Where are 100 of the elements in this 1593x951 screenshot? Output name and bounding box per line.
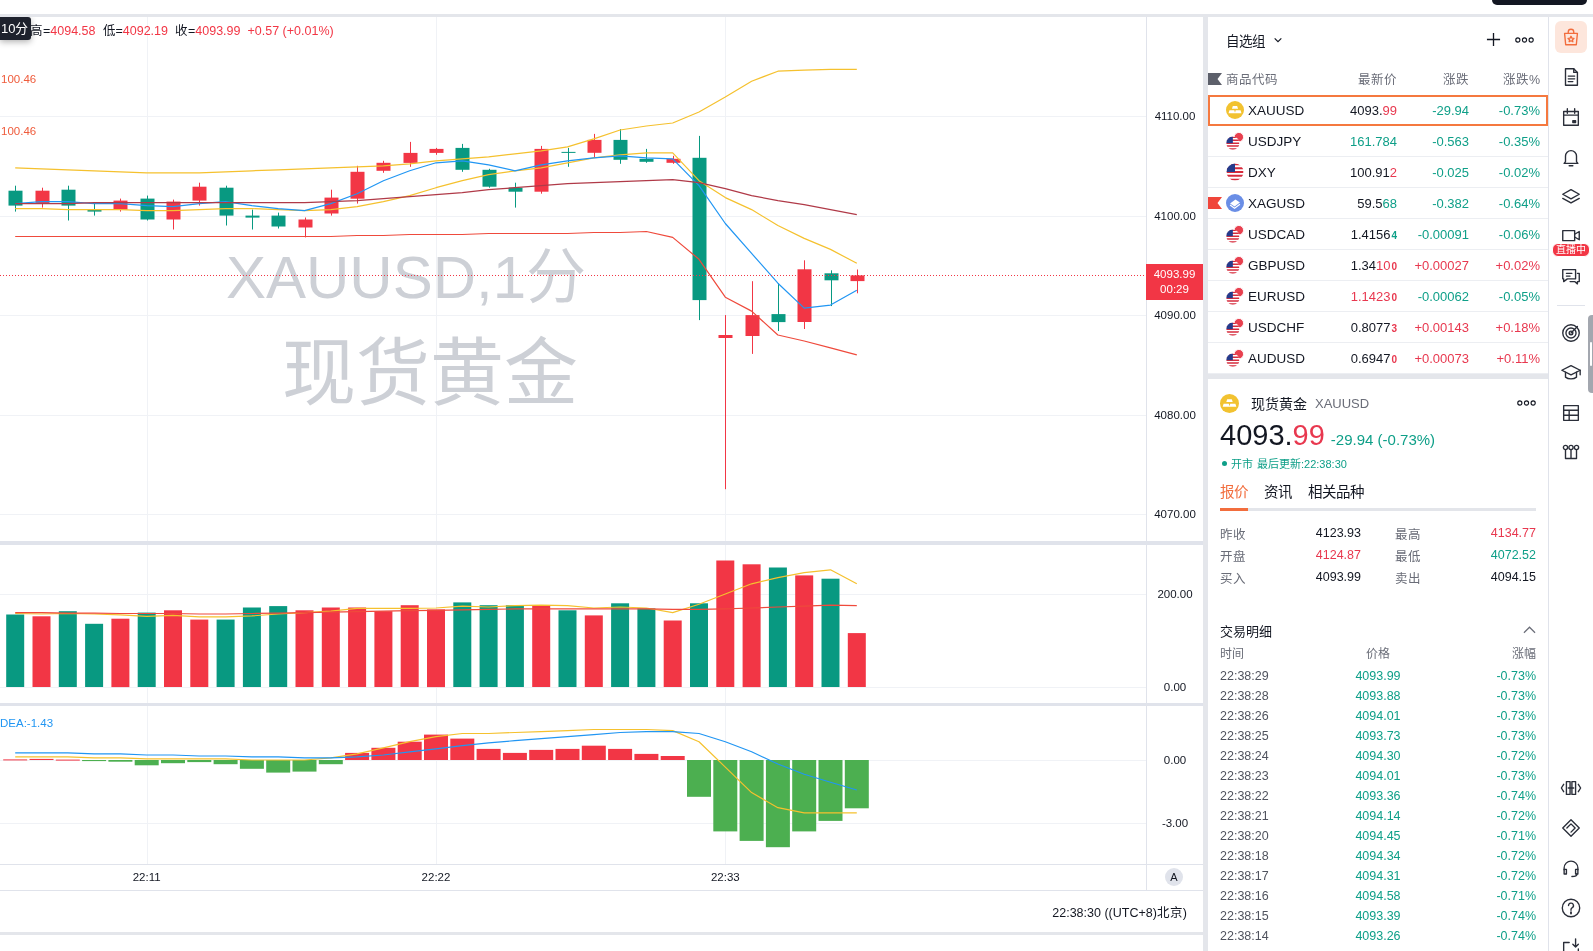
trade-price: 4093.39 (1354, 909, 1402, 923)
price-change: +0.00073 (1413, 350, 1469, 366)
trade-price: 4094.30 (1354, 749, 1402, 763)
ohlc-reading: 收=4093.99 (175, 23, 241, 39)
chevron-up-icon[interactable] (1523, 626, 1536, 634)
tab[interactable]: 相关品种 (1308, 482, 1364, 511)
price-change: -29.94 (1431, 102, 1469, 118)
plus-icon[interactable] (1486, 32, 1501, 47)
candle (482, 168, 497, 189)
instrument-symbol: XAUUSD (1315, 395, 1370, 411)
candle (271, 212, 286, 229)
market-status: 开市 (1231, 457, 1253, 471)
live-status-badge: 直播中 (1552, 243, 1590, 257)
last-price: 0.80773 (1349, 319, 1397, 335)
candle (376, 160, 391, 174)
symbol-text: XAGUSD (1248, 195, 1306, 211)
stat-value: 4123.93 (1314, 526, 1361, 540)
percent-change: +0.18% (1494, 319, 1540, 335)
trade-time: 22:38:25 (1220, 729, 1270, 743)
candle (639, 148, 654, 164)
symbol-text: USDCHF (1248, 319, 1306, 335)
last-price: 1.34100 (1349, 257, 1397, 273)
trade-price: 4094.45 (1354, 829, 1402, 843)
stat-label: 卖出 (1394, 570, 1422, 587)
stat-label: 开盘 (1220, 548, 1247, 565)
watchlist-row[interactable]: USDCHF 0.80773 +0.00143 +0.18% (1208, 312, 1548, 343)
floating-handle[interactable] (1588, 315, 1593, 393)
stat-value: 4094.15 (1489, 570, 1536, 584)
group-dropdown[interactable]: 自选组 (1226, 29, 1283, 50)
price-change: -0.563 (1431, 133, 1469, 149)
trade-time: 22:38:24 (1220, 749, 1270, 763)
candle (850, 269, 865, 294)
last-price: 1.41564 (1349, 226, 1397, 242)
stat-label: 买入 (1220, 570, 1247, 587)
price-change: -0.00062 (1416, 288, 1469, 304)
histogram-bar (713, 760, 738, 832)
column-header: 涨跌 (1442, 72, 1469, 88)
watchlist-row[interactable]: GBPUSD 1.34100 +0.00027 +0.02% (1208, 250, 1548, 281)
ingot-coin-icon (1226, 101, 1244, 119)
tab[interactable]: 资讯 (1264, 482, 1292, 511)
volume-bar (663, 620, 682, 687)
flag-pair-icon (1226, 287, 1244, 305)
last-price: 4093.99 (1220, 418, 1325, 452)
price-change: -0.025 (1431, 164, 1469, 180)
trade-change: -0.73% (1495, 709, 1536, 723)
watchlist-row[interactable]: USDJPY 161.784 -0.563 -0.35% (1208, 126, 1548, 157)
symbol-text: USDCAD (1248, 226, 1306, 242)
toolbar-button[interactable] (1492, 0, 1587, 5)
symbol-text: DXY (1248, 164, 1277, 180)
candle (219, 185, 234, 226)
last-update-time: 最后更新:22:38:30 (1257, 457, 1347, 471)
trade-price: 4094.31 (1354, 869, 1402, 883)
candle (8, 185, 23, 213)
trade-price: 4094.01 (1354, 769, 1402, 783)
candle (61, 185, 76, 221)
instrument-name: 现货黄金 (1251, 395, 1307, 413)
time-label: 22:33 (710, 871, 740, 883)
candle (797, 259, 812, 330)
trade-time: 22:38:28 (1220, 689, 1270, 703)
candle (771, 282, 786, 332)
trade-price: 4094.58 (1354, 889, 1402, 903)
volume-bar (32, 616, 51, 687)
auto-scale-button[interactable]: A (1165, 868, 1183, 886)
trade-time: 22:38:21 (1220, 809, 1270, 823)
candle (113, 198, 128, 213)
last-price: 161.784 (1349, 133, 1397, 149)
column-header: 涨幅 (1511, 645, 1536, 661)
time-label: 22:11 (132, 871, 161, 883)
stat-label: 最高 (1394, 526, 1422, 543)
table-icon (1560, 402, 1582, 424)
histogram-bar (792, 760, 817, 832)
watchlist-row[interactable]: USDCAD 1.41564 -0.00091 -0.06% (1208, 219, 1548, 250)
watchlist-row[interactable]: AUDUSD 0.69470 +0.00073 +0.11% (1208, 343, 1548, 374)
candle (455, 143, 470, 173)
column-header: 最新价 (1357, 72, 1397, 88)
last-price: 59.568 (1356, 195, 1397, 211)
more-icon[interactable] (1515, 36, 1534, 43)
candle (508, 182, 523, 209)
interval-tag[interactable]: 10分 (0, 17, 32, 40)
column-header: 时间 (1220, 645, 1245, 661)
axis-label: -3.00 (1161, 817, 1189, 829)
last-price: 4093.99 (1349, 102, 1397, 118)
histogram-bar (555, 748, 580, 760)
watchlist-row[interactable]: XAGUSD 59.568 -0.382 -0.64% (1208, 188, 1548, 219)
more-icon[interactable] (1517, 400, 1536, 406)
trade-time: 22:38:22 (1220, 789, 1270, 803)
percent-change: -0.35% (1497, 133, 1540, 149)
candle (350, 165, 365, 205)
histogram-bar (161, 760, 185, 764)
trade-change: -0.73% (1495, 729, 1536, 743)
watchlist-row[interactable]: EURUSD 1.14230 -0.00062 -0.05% (1208, 281, 1548, 312)
trade-change: -0.74% (1495, 929, 1536, 943)
diamond-icon (1560, 817, 1582, 839)
trade-time: 22:38:18 (1220, 849, 1270, 863)
volume-bar (111, 618, 130, 688)
histogram-bar (687, 760, 711, 797)
watchlist-row[interactable]: DXY 100.912 -0.025 -0.02% (1208, 157, 1548, 188)
volume-bar (85, 623, 104, 687)
watchlist-row[interactable]: XAUUSD 4093.99 -29.94 -0.73% (1208, 95, 1548, 126)
trade-price: 4093.36 (1354, 789, 1402, 803)
